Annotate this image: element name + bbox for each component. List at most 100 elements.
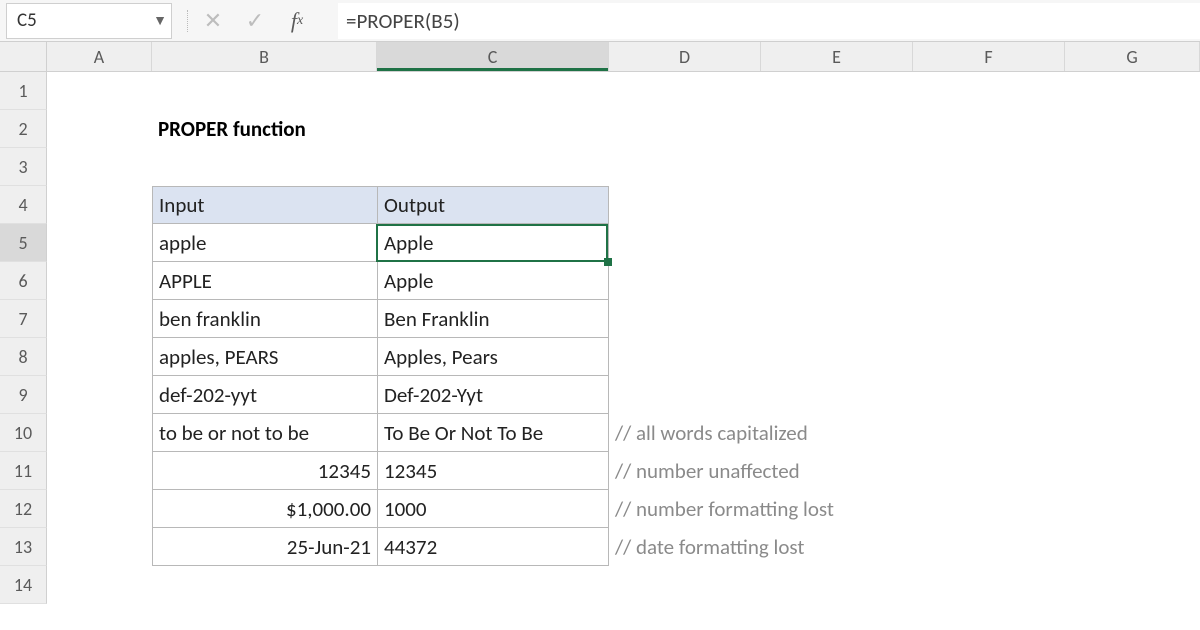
row-header[interactable]: 2: [0, 110, 47, 148]
cell[interactable]: [1065, 452, 1200, 490]
cell[interactable]: [47, 452, 152, 490]
table-cell-input[interactable]: apple: [152, 224, 377, 262]
fill-handle[interactable]: [604, 258, 612, 266]
cell[interactable]: [1065, 110, 1200, 148]
cell[interactable]: [1065, 186, 1200, 224]
table-header-input[interactable]: Input: [152, 186, 377, 224]
cell[interactable]: [609, 566, 761, 604]
table-cell-output[interactable]: 44372: [377, 528, 609, 566]
comment-cell[interactable]: // date formatting lost: [609, 528, 1065, 566]
cell[interactable]: [47, 110, 152, 148]
table-cell-input[interactable]: 12345: [152, 452, 377, 490]
cell[interactable]: [47, 186, 152, 224]
cell[interactable]: [609, 148, 761, 186]
row-header[interactable]: 3: [0, 148, 47, 186]
cell[interactable]: [47, 224, 152, 262]
page-title[interactable]: PROPER function: [152, 110, 609, 148]
col-header-e[interactable]: E: [761, 42, 913, 71]
cell[interactable]: [609, 72, 761, 110]
cell[interactable]: [47, 376, 152, 414]
cell[interactable]: [377, 72, 609, 110]
table-cell-input[interactable]: 25-Jun-21: [152, 528, 377, 566]
table-cell-output[interactable]: Apples, Pears: [377, 338, 609, 376]
table-cell-output[interactable]: 12345: [377, 452, 609, 490]
cell[interactable]: [47, 414, 152, 452]
cell[interactable]: [913, 566, 1065, 604]
comment-cell[interactable]: [609, 376, 1065, 414]
row-header[interactable]: 7: [0, 300, 47, 338]
cell[interactable]: [377, 148, 609, 186]
table-header-output[interactable]: Output: [377, 186, 609, 224]
cell[interactable]: [1065, 224, 1200, 262]
name-box[interactable]: C5 ▼: [6, 3, 172, 39]
cell[interactable]: [47, 528, 152, 566]
cell[interactable]: [1065, 262, 1200, 300]
cancel-icon[interactable]: ✕: [192, 3, 234, 39]
table-cell-input[interactable]: apples, PEARS: [152, 338, 377, 376]
comment-cell[interactable]: [609, 300, 1065, 338]
table-cell-input[interactable]: APPLE: [152, 262, 377, 300]
cell[interactable]: [152, 148, 377, 186]
cell[interactable]: [913, 110, 1065, 148]
row-header[interactable]: 11: [0, 452, 47, 490]
cell[interactable]: [761, 148, 913, 186]
cell[interactable]: [1065, 72, 1200, 110]
table-cell-output[interactable]: To Be Or Not To Be: [377, 414, 609, 452]
col-header-b[interactable]: B: [152, 42, 377, 71]
table-cell-output[interactable]: Def-202-Yyt: [377, 376, 609, 414]
table-cell-output[interactable]: 1000: [377, 490, 609, 528]
select-all-corner[interactable]: [0, 42, 47, 71]
cell[interactable]: [609, 186, 761, 224]
comment-cell[interactable]: [609, 224, 1065, 262]
comment-cell[interactable]: // all words capitalized: [609, 414, 1065, 452]
cell[interactable]: [761, 566, 913, 604]
table-cell-output[interactable]: Apple: [377, 224, 609, 262]
row-header[interactable]: 6: [0, 262, 47, 300]
cell[interactable]: [47, 338, 152, 376]
cell[interactable]: [761, 72, 913, 110]
table-cell-output[interactable]: Ben Franklin: [377, 300, 609, 338]
row-header[interactable]: 8: [0, 338, 47, 376]
cell[interactable]: [1065, 376, 1200, 414]
cell[interactable]: [47, 566, 152, 604]
comment-cell[interactable]: // number formatting lost: [609, 490, 1065, 528]
row-header[interactable]: 12: [0, 490, 47, 528]
table-cell-input[interactable]: def-202-yyt: [152, 376, 377, 414]
cell[interactable]: [1065, 338, 1200, 376]
chevron-down-icon[interactable]: ▼: [151, 12, 169, 29]
row-header[interactable]: 14: [0, 566, 47, 604]
comment-cell[interactable]: [609, 262, 1065, 300]
cell[interactable]: [1065, 414, 1200, 452]
row-header[interactable]: 13: [0, 528, 47, 566]
fx-icon[interactable]: fx: [276, 3, 318, 39]
grid[interactable]: 1 2 PROPER function 3: [0, 72, 1200, 604]
table-cell-output[interactable]: Apple: [377, 262, 609, 300]
cell[interactable]: [377, 566, 609, 604]
comment-cell[interactable]: [609, 338, 1065, 376]
cell[interactable]: [761, 110, 913, 148]
comment-cell[interactable]: // number unaffected: [609, 452, 1065, 490]
enter-icon[interactable]: ✓: [234, 3, 276, 39]
cell[interactable]: [47, 72, 152, 110]
cell[interactable]: [913, 186, 1065, 224]
col-header-g[interactable]: G: [1065, 42, 1200, 71]
cell[interactable]: [1065, 300, 1200, 338]
cell[interactable]: [1065, 148, 1200, 186]
cell[interactable]: [761, 186, 913, 224]
row-header[interactable]: 9: [0, 376, 47, 414]
cell[interactable]: [1065, 528, 1200, 566]
row-header[interactable]: 4: [0, 186, 47, 224]
col-header-c[interactable]: C: [377, 42, 609, 71]
row-header[interactable]: 10: [0, 414, 47, 452]
formula-input[interactable]: =PROPER(B5): [338, 3, 1200, 39]
table-cell-input[interactable]: ben franklin: [152, 300, 377, 338]
cell[interactable]: [609, 110, 761, 148]
cell[interactable]: [152, 566, 377, 604]
table-cell-input[interactable]: $1,000.00: [152, 490, 377, 528]
cell[interactable]: [1065, 566, 1200, 604]
cell[interactable]: [47, 262, 152, 300]
cell[interactable]: [47, 300, 152, 338]
col-header-d[interactable]: D: [609, 42, 761, 71]
cell[interactable]: [1065, 490, 1200, 528]
cell[interactable]: [47, 148, 152, 186]
